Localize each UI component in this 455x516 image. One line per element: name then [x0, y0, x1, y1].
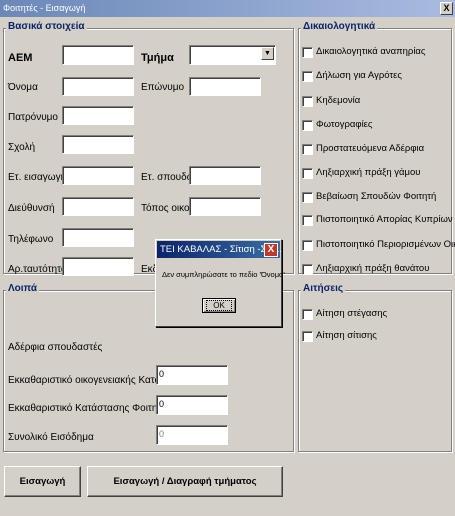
tilefono-input[interactable] — [62, 228, 134, 247]
patronymo-label: Πατρόνυμο — [8, 112, 58, 123]
eponymo-input[interactable] — [189, 77, 261, 96]
etos-eisagogis-input[interactable] — [62, 166, 134, 185]
insert-delete-department-button[interactable]: Εισαγωγή / Διαγραφή τμήματος — [87, 466, 283, 497]
checkbox[interactable] — [302, 71, 313, 82]
checkbox-label: Δήλωση για Αγρότες — [316, 70, 402, 81]
checkbox[interactable] — [302, 192, 313, 203]
dialog-close-button[interactable]: X — [264, 243, 278, 257]
eponymo-label: Επώνυμο — [141, 82, 185, 93]
ar-taftotitas-input[interactable] — [62, 257, 134, 276]
checkbox[interactable] — [302, 96, 313, 107]
diefthynsi-input[interactable] — [62, 197, 134, 216]
checkbox[interactable] — [302, 215, 313, 226]
ekk-foititi-label: Εκκαθαριστικό Κατάστασης Φοιτητή — [8, 403, 167, 414]
patronymo-input[interactable] — [62, 106, 134, 125]
dialog-titlebar: ΤΕΙ ΚΑΒΑΛΑΣ - Σίτιση -Στέ... X — [157, 241, 282, 258]
checkbox[interactable] — [302, 309, 313, 320]
window-close-button[interactable]: X — [440, 2, 453, 15]
checkbox[interactable] — [302, 331, 313, 342]
checkbox-label: Πιστοποιητικό Περιορισμένων Οικον — [316, 239, 455, 250]
ok-label: OK — [206, 300, 232, 311]
message-dialog: ΤΕΙ ΚΑΒΑΛΑΣ - Σίτιση -Στέ... X Δεν συμπλ… — [155, 239, 285, 327]
insert-button[interactable]: Εισαγωγή — [4, 466, 81, 497]
topos-oikou-input[interactable] — [189, 197, 261, 216]
checkbox-label: Φωτογραφίες — [316, 119, 373, 130]
diefthynsi-label: Διεύθυνσή — [8, 203, 55, 214]
aem-label: ΑΕΜ — [8, 52, 33, 64]
window-titlebar: Φοιτητές - Εισαγωγή X — [0, 0, 455, 17]
other-title: Λοιπά — [6, 283, 40, 294]
chevron-down-icon[interactable]: ▼ — [261, 47, 274, 60]
requests-title: Αιτήσεις — [301, 283, 346, 294]
ekk-oikog-input[interactable]: 0 — [156, 365, 228, 385]
window-title: Φοιτητές - Εισαγωγή — [3, 3, 86, 13]
checkbox[interactable] — [302, 144, 313, 155]
checkbox[interactable] — [302, 47, 313, 58]
tmima-label: Τμήμα — [141, 52, 174, 64]
ekk-foititi-input[interactable]: 0 — [156, 395, 228, 415]
scholi-input[interactable] — [62, 135, 134, 154]
onoma-input[interactable] — [62, 77, 134, 96]
checkbox-label: Αίτηση στέγασης — [316, 308, 388, 319]
checkbox[interactable] — [302, 120, 313, 131]
checkbox-label: Δικαιολογητικά αναπηρίας — [316, 46, 426, 57]
tmima-select[interactable]: ▼ — [189, 45, 276, 65]
checkbox[interactable] — [302, 264, 313, 275]
checkbox-label: Ληξιαρχική πράξη θανάτου — [316, 263, 430, 274]
checkbox[interactable] — [302, 168, 313, 179]
checkbox[interactable] — [302, 240, 313, 251]
checkbox-label: Βεβαίωση Σπουδών Φοιτητή — [316, 191, 437, 202]
onoma-label: Όνομα — [8, 82, 38, 93]
documents-title: Δικαιολογητικά — [301, 21, 378, 32]
dialog-message: Δεν συμπληρώσατε το πεδίο 'Όνομα' — [162, 270, 285, 279]
synoliko-label: Συνολικό Εισόδημα — [8, 432, 94, 443]
basic-info-title: Βασικά στοιχεία — [6, 21, 87, 32]
dialog-ok-button[interactable]: OK — [202, 298, 236, 313]
checkbox-label: Κηδεμονία — [316, 95, 361, 106]
checkbox-label: Ληξιαρχική πράξη γάμου — [316, 167, 421, 178]
checkbox-label: Αίτηση σίτισης — [316, 330, 377, 341]
tilefono-label: Τηλέφωνο — [8, 234, 54, 245]
scholi-label: Σχολή — [8, 142, 36, 153]
checkbox-label: Προστατευόμενα Αδέρφια — [316, 143, 425, 154]
synoliko-input: 0 — [156, 425, 228, 445]
etos-spoudon-input[interactable] — [189, 166, 261, 185]
checkbox-label: Πιστοποιητικό Απορίας Κυπρίων — [316, 214, 453, 225]
adelfia-label: Αδέρφια σπουδαστές — [8, 342, 103, 353]
aem-input[interactable] — [62, 45, 134, 65]
